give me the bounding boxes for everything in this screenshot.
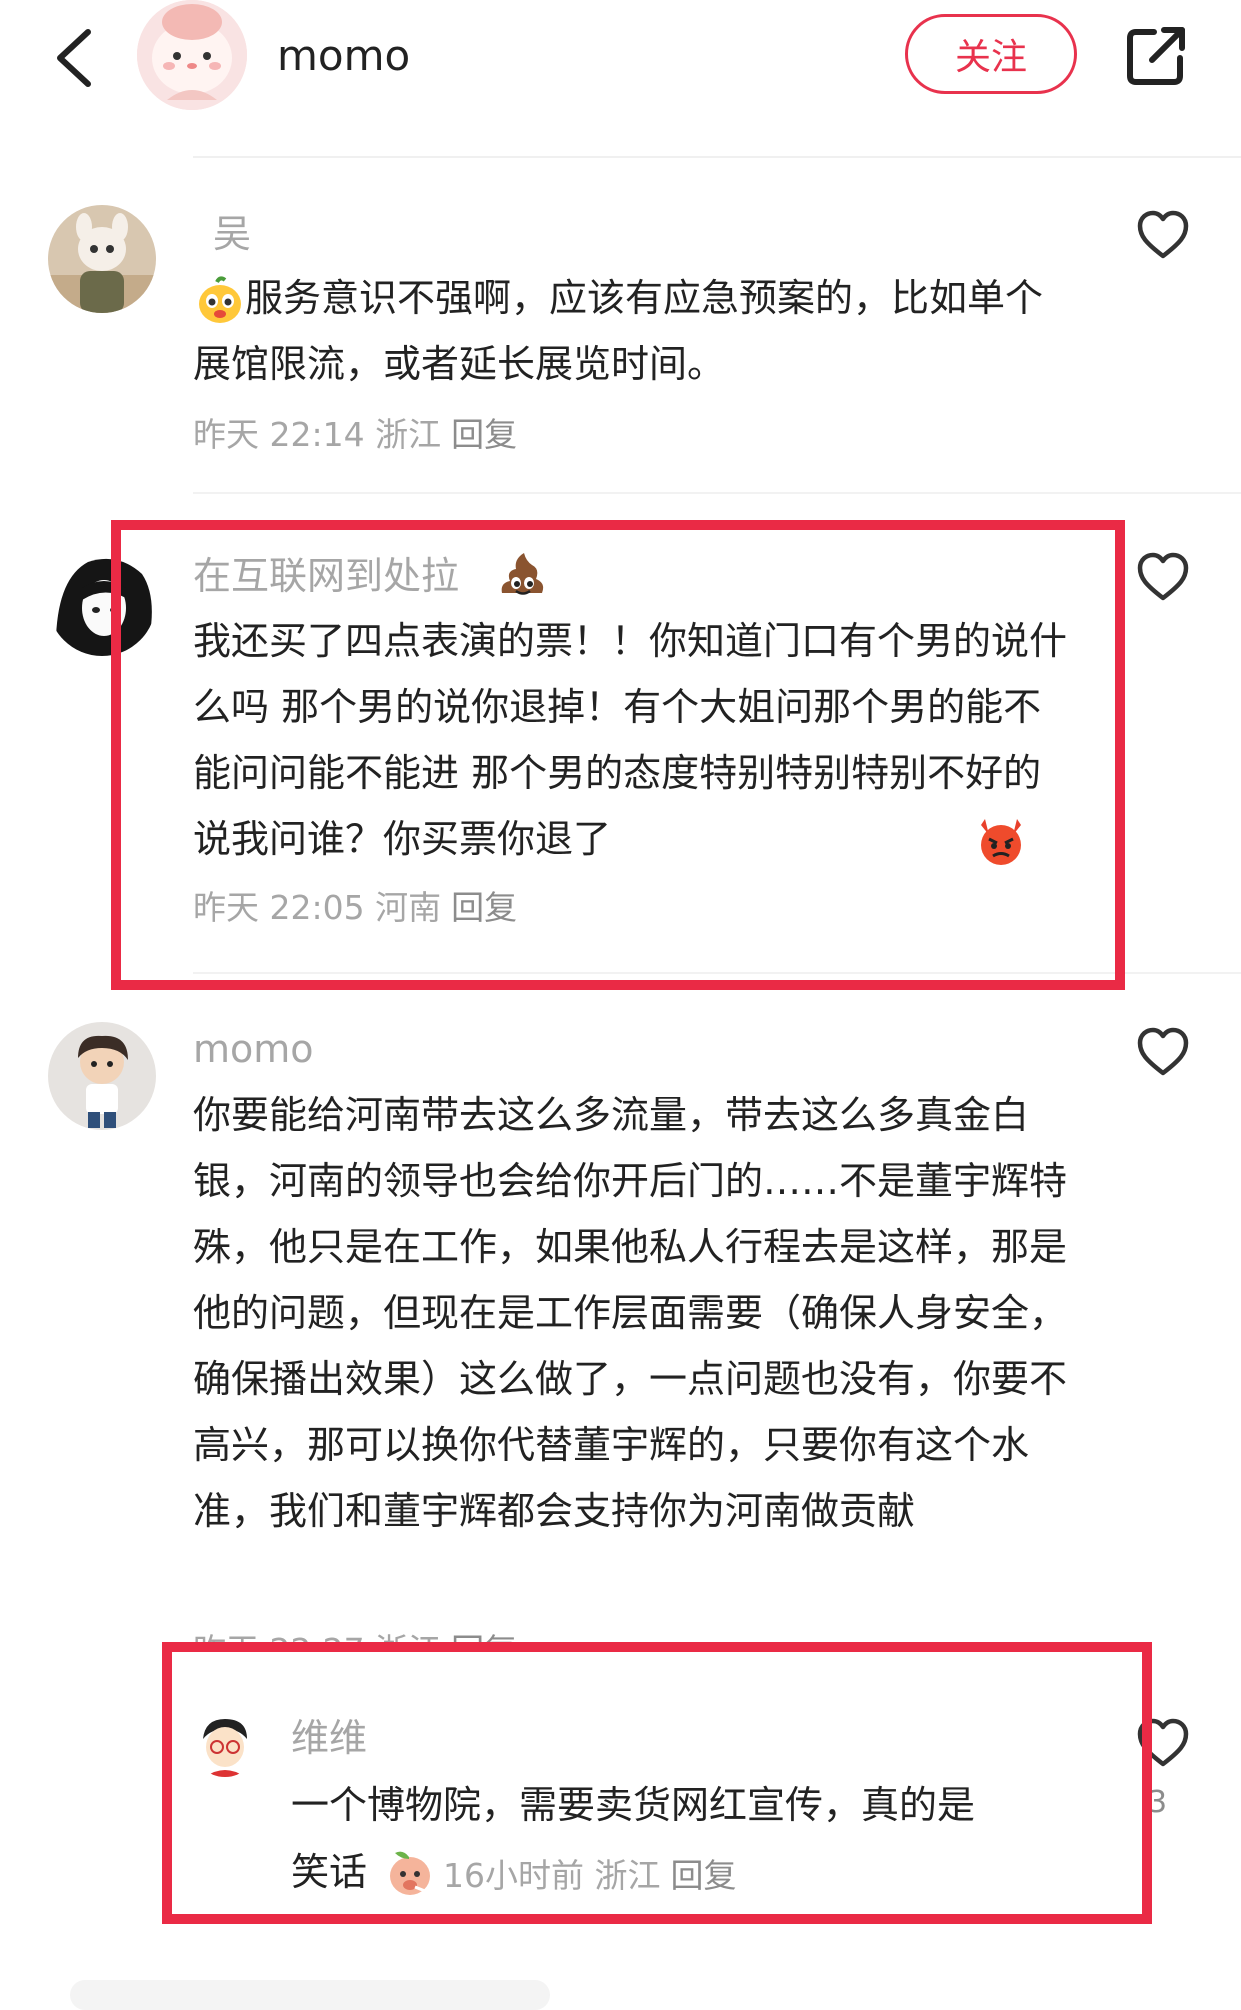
like-heart-icon[interactable]: [1136, 1027, 1190, 1077]
header-divider: [193, 156, 1241, 158]
commenter-avatar[interactable]: [48, 1022, 156, 1130]
comment-meta: 昨天 22:14 浙江 回复: [193, 415, 518, 454]
author-avatar[interactable]: [137, 0, 247, 110]
lemon-face-emoji-icon: [199, 276, 241, 323]
highlight-box-border: [162, 1642, 1152, 1924]
reply-button[interactable]: 回复: [451, 415, 517, 454]
share-icon[interactable]: [1124, 24, 1188, 88]
like-heart-icon[interactable]: [1136, 210, 1190, 260]
comment-text: 服务意识不强啊，应该有应急预案的，比如单个展馆限流，或者延长展览时间。: [193, 276, 1044, 386]
comment-divider: [193, 492, 1241, 494]
like-heart-icon[interactable]: [1136, 552, 1190, 602]
highlight-box: [111, 520, 1125, 990]
back-icon[interactable]: [50, 28, 100, 88]
author-name[interactable]: momo: [277, 28, 410, 84]
comment-username[interactable]: 吴: [213, 208, 251, 260]
comment-username[interactable]: momo: [193, 1023, 314, 1075]
comment-text: 你要能给河南带去这么多流量，带去这么多真金白银，河南的领导也会给你开后门的……不…: [193, 1093, 1068, 1533]
comment-input-bar[interactable]: [70, 1980, 550, 2010]
follow-button[interactable]: 关注: [905, 14, 1077, 94]
commenter-avatar[interactable]: [48, 205, 156, 313]
